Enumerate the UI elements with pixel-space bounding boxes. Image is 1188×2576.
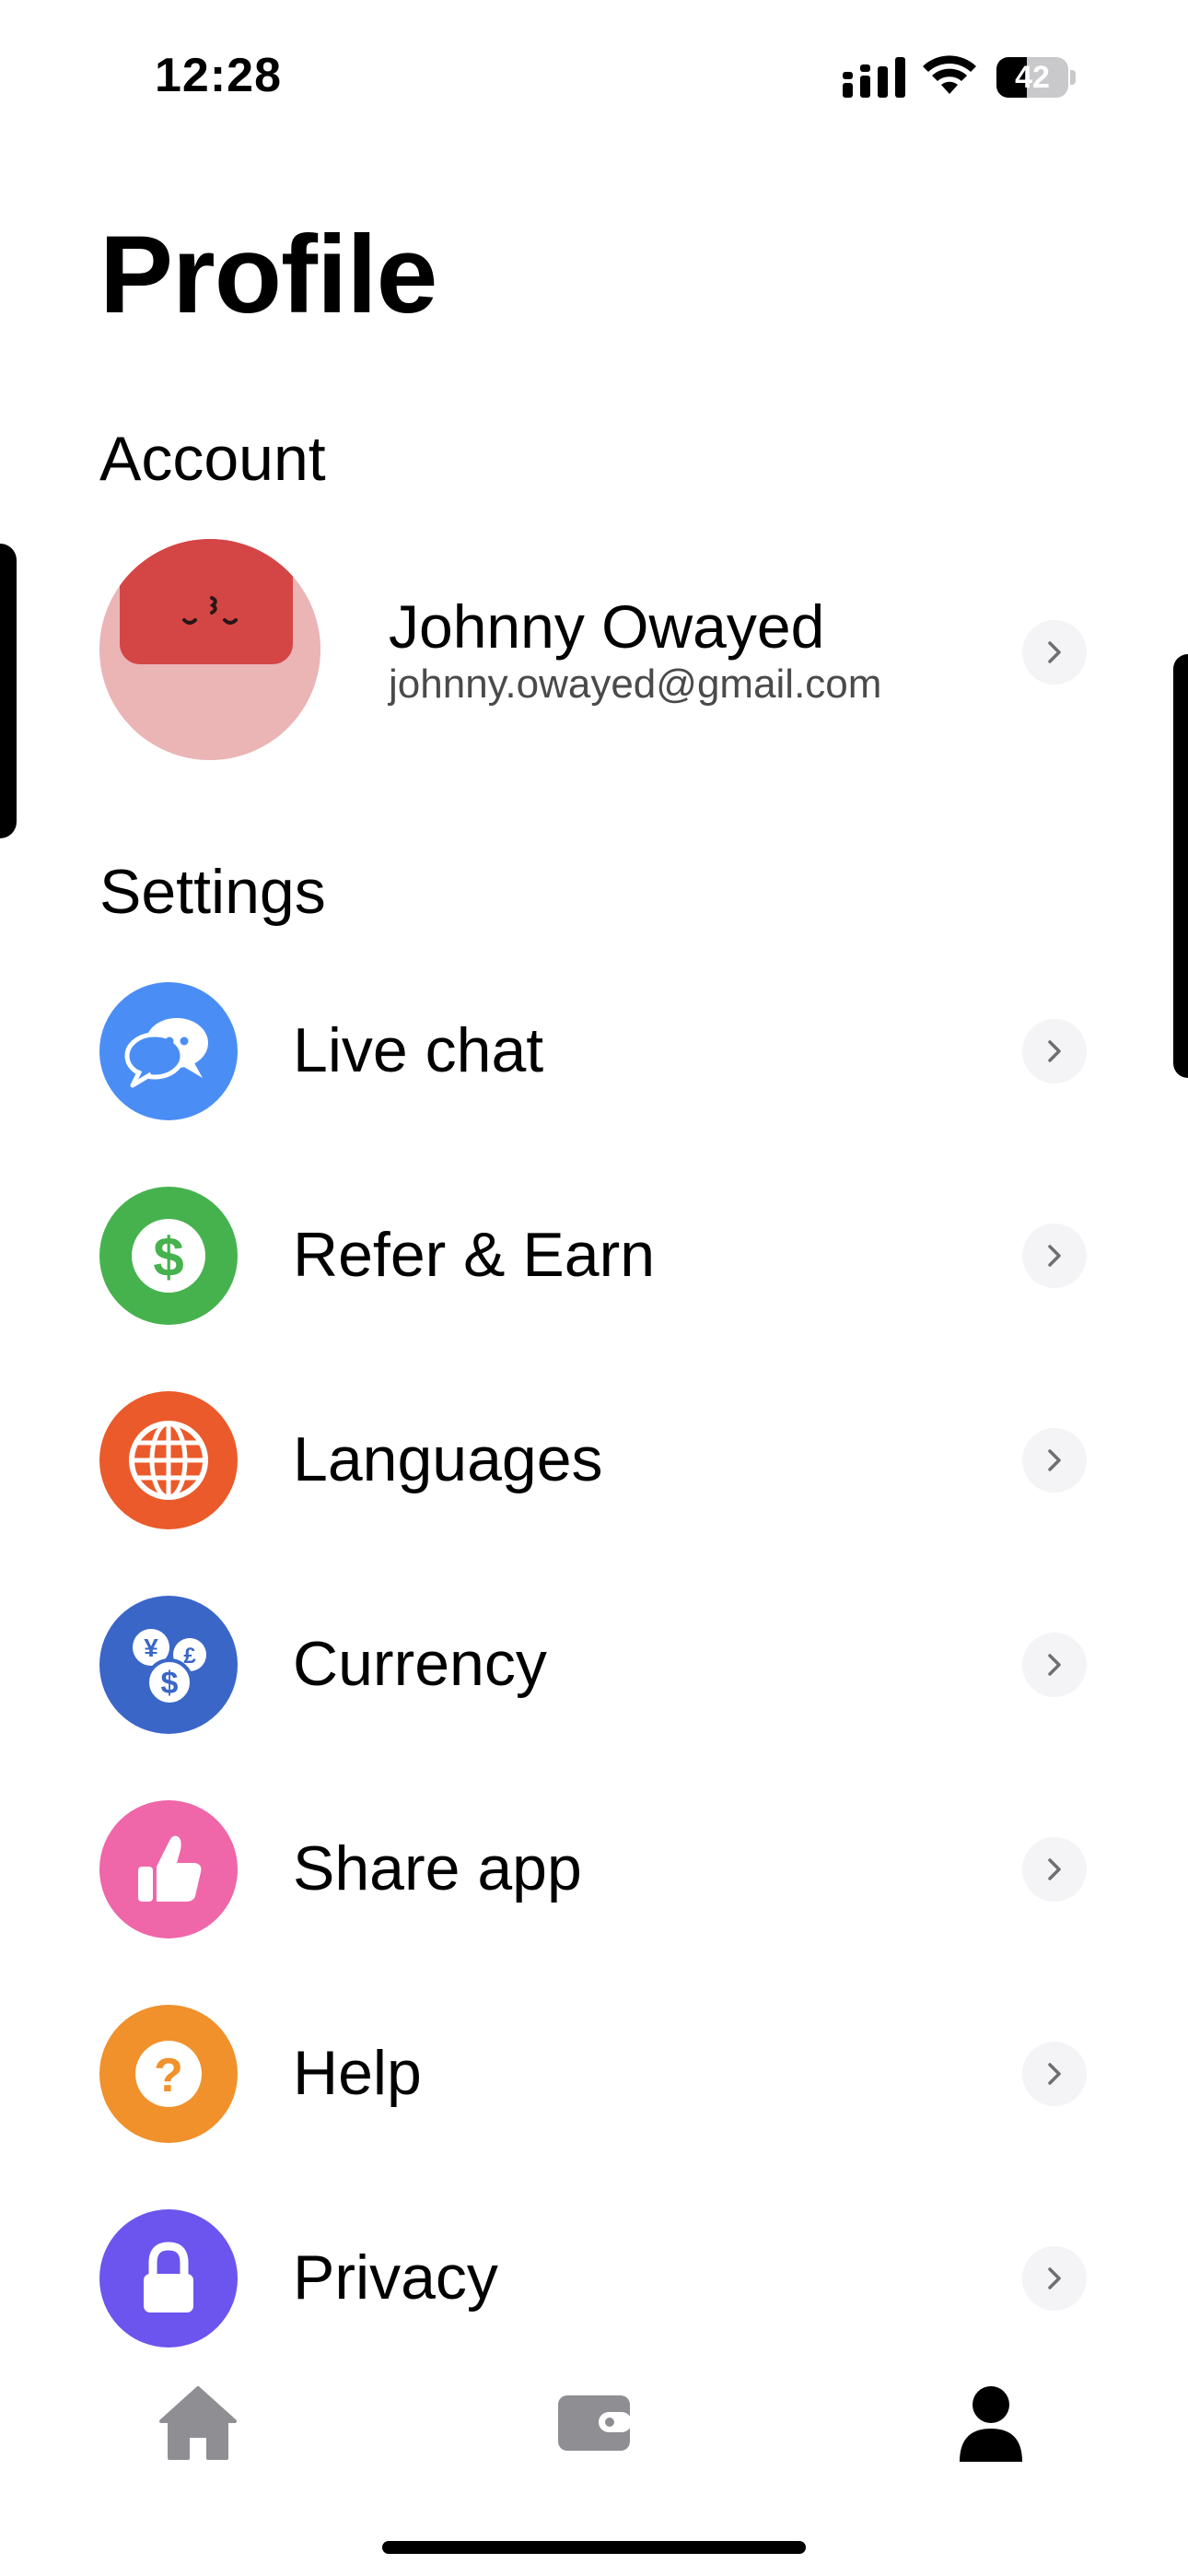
settings-item-label: Currency [293,1629,547,1699]
home-icon [159,2386,237,2460]
screen-edge-left [0,544,17,838]
home-indicator [382,2541,806,2554]
lock-icon [99,2209,238,2348]
currency-coins-icon: ¥ £ $ [99,1596,238,1734]
settings-item-label: Live chat [293,1015,544,1085]
avatar [99,539,320,760]
globe-icon [99,1391,238,1529]
account-name: Johnny Owayed [389,592,825,661]
battery-icon: 42 [996,57,1077,98]
settings-section-title: Settings [99,857,326,927]
tab-bar [0,2377,1188,2478]
svg-text:$: $ [161,1666,179,1701]
chat-bubbles-icon [99,982,238,1120]
svg-text:?: ? [154,2049,183,2102]
screen-edge-right [1173,654,1188,1078]
settings-item-label: Privacy [293,2242,498,2313]
account-row[interactable]: Johnny Owayed johnny.owayed@gmail.com [99,539,1094,765]
settings-item-languages[interactable]: Languages [99,1386,1094,1533]
svg-text:¥: ¥ [144,1633,158,1662]
settings-item-privacy[interactable]: Privacy [99,2204,1094,2351]
account-email: johnny.owayed@gmail.com [389,662,882,707]
wifi-icon [923,55,976,94]
settings-item-label: Share app [293,1833,582,1903]
chevron-right-icon [1022,1633,1087,1697]
settings-item-help[interactable]: ? Help [99,1999,1094,2147]
status-time: 12:28 [155,49,282,102]
person-icon [960,2386,1022,2462]
chevron-right-icon [1022,1837,1087,1902]
chevron-right-icon [1022,1224,1087,1288]
question-icon: ? [99,2005,238,2143]
page-title: Profile [99,213,437,336]
settings-item-refer-earn[interactable]: $ Refer & Earn [99,1181,1094,1329]
status-bar: 12:28 42 [0,0,1188,157]
settings-item-share-app[interactable]: Share app [99,1795,1094,1942]
settings-item-label: Refer & Earn [293,1220,656,1290]
tab-home[interactable] [147,2377,249,2469]
settings-item-label: Languages [293,1424,603,1494]
dollar-icon: $ [99,1187,238,1325]
chevron-right-icon [1022,620,1087,685]
cellular-signal-icon [843,57,905,98]
chevron-right-icon [1022,1428,1087,1493]
chevron-right-icon [1022,2246,1087,2311]
settings-item-label: Help [293,2038,422,2108]
avatar-face [120,539,293,664]
svg-text:$: $ [153,1226,183,1288]
tab-wallet[interactable] [543,2377,645,2469]
chevron-right-icon [1022,2042,1087,2106]
chevron-right-icon [1022,1019,1087,1083]
thumbs-up-icon [99,1800,238,1938]
wallet-icon [558,2395,632,2451]
settings-item-currency[interactable]: ¥ £ $ Currency [99,1590,1094,1738]
settings-item-live-chat[interactable]: Live chat [99,977,1094,1124]
account-section-title: Account [99,424,326,494]
battery-level: 42 [1015,60,1050,95]
tab-profile[interactable] [939,2377,1041,2469]
